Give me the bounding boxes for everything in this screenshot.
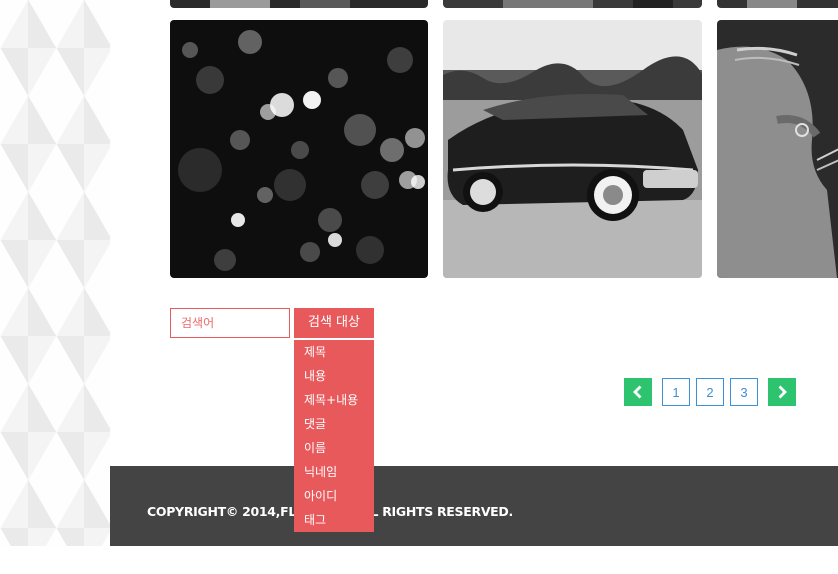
gallery-image-bokeh[interactable]: [170, 20, 428, 278]
search-target-option-id[interactable]: 아이디: [294, 484, 374, 508]
gallery-image-car[interactable]: [443, 20, 702, 278]
search-target-option-nickname[interactable]: 닉네임: [294, 460, 374, 484]
gallery-image-top-1[interactable]: [170, 0, 428, 8]
gallery-image-guitar[interactable]: [717, 20, 838, 278]
pagination-next-button[interactable]: [768, 378, 796, 406]
search-target-option-title-content[interactable]: 제목+내용: [294, 388, 374, 412]
pagination-page-1[interactable]: 1: [662, 378, 690, 406]
chevron-left-icon: [633, 385, 642, 399]
pagination-page-3[interactable]: 3: [730, 378, 758, 406]
search-input[interactable]: [170, 308, 290, 338]
pagination-page-2[interactable]: 2: [696, 378, 724, 406]
search-target-option-tag[interactable]: 태그: [294, 508, 374, 532]
pagination-prev-button[interactable]: [624, 378, 652, 406]
gallery-image-top-3[interactable]: [717, 0, 838, 8]
search-target-dropdown: 제목 내용 제목+내용 댓글 이름 닉네임 아이디 태그: [294, 340, 374, 532]
search-target-option-name[interactable]: 이름: [294, 436, 374, 460]
footer: COPYRIGHT© 2014,FLATBLOG ALL RIGHTS RESE…: [110, 466, 838, 546]
search-target-option-title[interactable]: 제목: [294, 340, 374, 364]
gallery-image-top-2[interactable]: [443, 0, 702, 8]
search-target-option-content[interactable]: 내용: [294, 364, 374, 388]
chevron-right-icon: [778, 385, 787, 399]
background-pattern: [0, 0, 110, 546]
search-target-option-comment[interactable]: 댓글: [294, 412, 374, 436]
search-target-button[interactable]: 검색 대상: [294, 308, 374, 338]
